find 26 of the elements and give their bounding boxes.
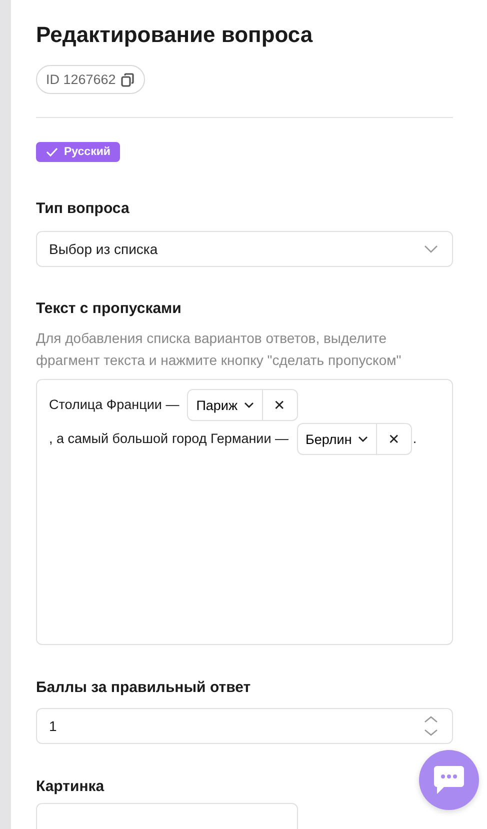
text-editor[interactable]: Столица Франции — Париж ✕ , а самый большой город Германии — Берлин ✕ . [36,379,453,645]
blank-select[interactable]: Париж [188,390,262,420]
page-title: Редактирование вопроса [36,22,314,48]
editor-text: Столица Франции — [49,397,180,412]
language-tag[interactable]: Русский [36,142,120,162]
remove-button[interactable]: ✕ [376,424,411,454]
field-label: Баллы за правильный ответ [36,679,252,696]
editor-text: город Германии — [172,431,289,446]
chevron-down-icon [424,245,438,253]
field-label: Картинка [36,778,106,795]
hint-text: Для добавления списка вариантов ответов, выделите фрагмент текста и нажмите кнопку "сделать пропуском" [36,329,402,370]
check-icon [46,147,58,157]
field-label: Тип вопроса [36,200,130,217]
field-label: Текст с пропусками [36,300,182,317]
editor-text: , а самый большой [49,431,168,446]
blank-select[interactable]: Берлин [298,424,377,454]
stepper-icon [424,715,438,737]
chat-icon [433,765,465,795]
question-type-select[interactable]: Выбор из списка [36,231,453,267]
chevron-down-icon [358,436,368,442]
points-input[interactable]: 1 [36,708,453,744]
remove-button[interactable]: ✕ [262,390,296,420]
id-chip[interactable]: ID 1267662 [36,65,145,94]
copy-icon [120,72,135,86]
editor-text: . [412,431,417,446]
chevron-down-icon [244,402,254,408]
